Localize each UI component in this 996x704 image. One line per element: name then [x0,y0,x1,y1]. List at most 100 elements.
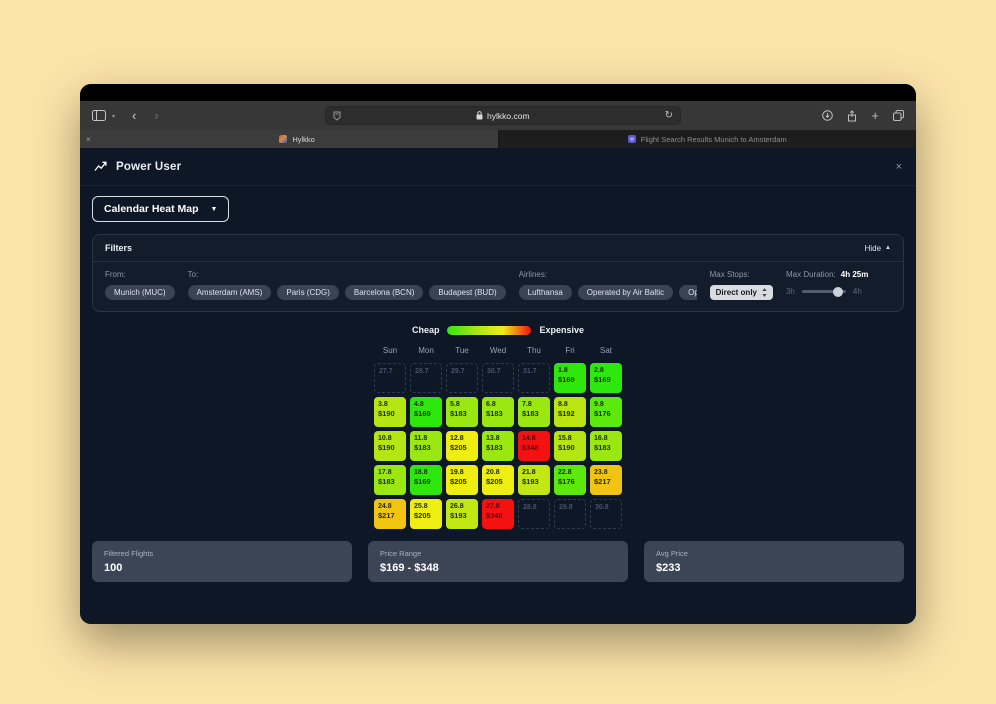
heatmap-cell[interactable]: 13.8$183 [482,431,514,461]
heatmap-cell[interactable]: 22.8$176 [554,465,586,495]
to-filter-group: To: Amsterdam (AMS) Paris (CDG) Barcelona … [188,270,506,300]
duration-min-label: 3h [786,287,795,296]
filter-chip[interactable]: Paris (CDG) [277,285,339,300]
tab-label: Flight Search Results Munich to Amsterda… [641,135,787,144]
heatmap-cell[interactable]: 25.8$205 [410,499,442,529]
view-selector-dropdown[interactable]: Calendar Heat Map ▼ [92,196,229,222]
day-header: Tue [446,346,478,355]
heatmap-cell[interactable]: 17.8$183 [374,465,406,495]
heatmap-cell[interactable]: 21.8$193 [518,465,550,495]
from-filter-group: From: Munich (MUC) [105,270,175,300]
tab-strip: × Hylkko Flight Search Results Munich to… [80,130,916,148]
tab-hylkko[interactable]: × Hylkko [80,130,499,148]
heatmap-cell[interactable]: 19.8$205 [446,465,478,495]
heatmap-cell[interactable]: 23.8$217 [590,465,622,495]
page-settings-icon[interactable] [333,111,341,121]
sidebar-chevron-icon[interactable]: ▾ [112,113,115,120]
filter-chip[interactable]: Budapest (BUD) [429,285,505,300]
sidebar-icon[interactable] [92,110,106,121]
heatmap-cell[interactable]: 10.8$190 [374,431,406,461]
reload-icon[interactable]: ↻ [665,110,673,121]
downloads-icon[interactable] [822,110,833,121]
duration-slider[interactable] [802,290,846,293]
heatmap-cell-empty: 28.7 [410,363,442,393]
heatmap-cell[interactable]: 7.8$183 [518,397,550,427]
heatmap-cell-empty: 30.7 [482,363,514,393]
heatmap-cell[interactable]: 20.8$205 [482,465,514,495]
share-icon[interactable] [847,110,857,122]
browser-toolbar: ▾ ‹ › hylkko.com ↻ + [80,101,916,130]
filter-chip[interactable]: Operated by Air Baltic [578,285,673,300]
hylkko-favicon-icon [279,135,287,143]
filters-panel: Filters Hide ▲ From: Munich (MUC) To: Am… [92,234,904,312]
page-content: Power User × Calendar Heat Map ▼ Filters… [80,148,916,624]
filter-chip[interactable]: Munich (MUC) [105,285,175,300]
heatmap-cell[interactable]: 16.8$183 [590,431,622,461]
max-duration-filter-group: Max Duration: 4h 25m 3h 4h [786,270,868,296]
heatmap-week-row: 17.8$18318.8$16919.8$20520.8$20521.8$193… [374,465,622,495]
legend-expensive-label: Expensive [539,325,584,335]
heatmap-week-row: 10.8$19011.8$18312.8$20513.8$18314.8$348… [374,431,622,461]
heatmap-cell[interactable]: 27.8$348 [482,499,514,529]
day-header: Fri [554,346,586,355]
heatmap-cell[interactable]: 18.8$169 [410,465,442,495]
tab-close-icon[interactable]: × [80,135,97,144]
filter-chip[interactable]: Oper [679,285,696,300]
day-header: Wed [482,346,514,355]
url-bar[interactable]: hylkko.com ↻ [325,106,681,125]
heatmap-cell[interactable]: 14.8$348 [518,431,550,461]
trending-up-icon [94,161,107,172]
tab-label: Hylkko [292,135,315,144]
heatmap-cell[interactable]: 4.8$169 [410,397,442,427]
max-stops-label: Max Stops: [710,270,773,279]
heatmap-week-row: 3.8$1904.8$1695.8$1836.8$1837.8$1838.8$1… [374,397,622,427]
to-label: To: [188,270,506,279]
stats-row: Filtered Flights 100 Price Range $169 - … [92,541,904,582]
day-header: Sat [590,346,622,355]
heatmap-cell[interactable]: 9.8$176 [590,397,622,427]
slider-thumb[interactable] [833,287,843,297]
day-header: Sun [374,346,406,355]
tab-flight-results[interactable]: Flight Search Results Munich to Amsterda… [499,130,917,148]
window-titlebar [80,84,916,101]
airlines-filter-group: Airlines: Lufthansa Operated by Air Balti… [519,270,697,300]
heatmap-cell[interactable]: 24.8$217 [374,499,406,529]
day-headers-row: SunMonTueWedThuFriSat [80,346,916,355]
legend-cheap-label: Cheap [412,325,440,335]
heatmap-cell[interactable]: 12.8$205 [446,431,478,461]
back-icon[interactable]: ‹ [125,109,143,122]
close-panel-icon[interactable]: × [896,161,902,173]
heatmap-cell[interactable]: 1.8$169 [554,363,586,393]
heatmap-week-row: 24.8$21725.8$20526.8$19327.8$34828.829.8… [374,499,622,529]
heatmap-cell-empty: 28.8 [518,499,550,529]
heatmap-cell[interactable]: 3.8$190 [374,397,406,427]
heatmap-cell[interactable]: 15.8$190 [554,431,586,461]
hide-filters-button[interactable]: Hide ▲ [865,244,891,253]
day-header: Mon [410,346,442,355]
heatmap-cell-empty: 27.7 [374,363,406,393]
power-user-header: Power User × [80,148,916,186]
chevron-up-icon: ▲ [885,245,891,251]
filter-chip[interactable]: Lufthansa [519,285,572,300]
heatmap-cell[interactable]: 11.8$183 [410,431,442,461]
heatmap-cell[interactable]: 26.8$193 [446,499,478,529]
tab-overview-icon[interactable] [893,110,904,121]
max-stops-select[interactable]: Direct only [710,285,773,300]
url-text[interactable]: hylkko.com [487,111,530,121]
airlines-label: Airlines: [519,270,697,279]
heatmap-cell[interactable]: 6.8$183 [482,397,514,427]
filter-chip[interactable]: Amsterdam (AMS) [188,285,272,300]
forward-icon: › [147,109,165,122]
view-selector-value: Calendar Heat Map [104,203,199,215]
heatmap-cell[interactable]: 8.8$192 [554,397,586,427]
flight-favicon-icon [628,135,636,143]
max-duration-label: Max Duration: [786,270,836,279]
heatmap-cell[interactable]: 2.8$169 [590,363,622,393]
filter-chip[interactable]: Barcelona (BCN) [345,285,423,300]
select-arrows-icon [762,288,767,297]
new-tab-icon[interactable]: + [871,109,879,122]
avg-price-card: Avg Price $233 [644,541,904,582]
heatmap-cell[interactable]: 5.8$183 [446,397,478,427]
heatmap-week-row: 27.728.729.730.731.71.8$1692.8$169 [374,363,622,393]
lock-icon [476,111,483,120]
